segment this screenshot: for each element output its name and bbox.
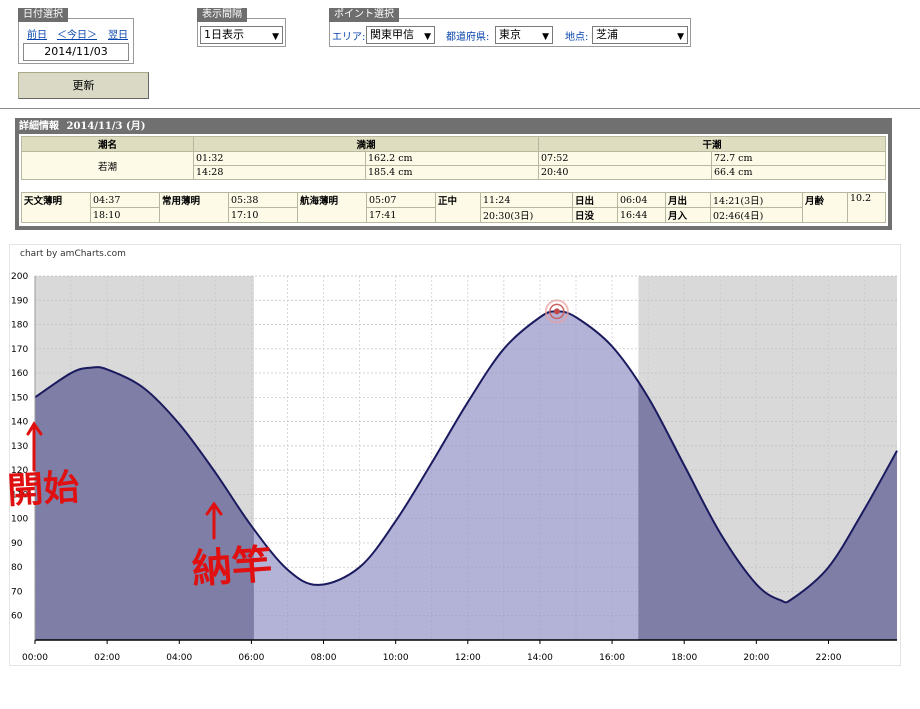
nautical-twilight-2: 17:41 [366, 207, 436, 223]
prefecture-select[interactable]: 東京 ▼ [495, 26, 553, 44]
date-select-panel: 日付選択 前日 ＜今日＞ 翌日 2014/11/03 [18, 8, 134, 64]
low-height-2: 66.4 cm [711, 165, 886, 180]
point-panel: ポイント選択 エリア: 関東甲信 ▼ 都道府県: 東京 ▼ 地点: 芝浦 ▼ [329, 8, 691, 47]
detail-panel: 詳細情報 2014/11/3 (月) 潮名 満潮 干潮 若潮 01:32 162… [15, 118, 892, 230]
moonset-label: 月入 [665, 207, 711, 223]
date-field[interactable]: 2014/11/03 [23, 43, 129, 61]
low-height-1: 72.7 cm [711, 151, 886, 166]
tide-table: 潮名 満潮 干潮 若潮 01:32 162.2 cm 07:52 72.7 cm… [21, 136, 886, 180]
detail-title: 詳細情報 2014/11/3 (月) [19, 120, 888, 134]
astro-twilight-label: 天文薄明 [21, 192, 91, 223]
date-select-tab: 日付選択 [18, 8, 68, 22]
low-time-1: 07:52 [538, 151, 712, 166]
moon-age-value: 10.2 [847, 192, 886, 223]
interval-select[interactable]: 1日表示 ▼ [200, 26, 283, 44]
astro-twilight-2: 18:10 [90, 207, 160, 223]
sunrise-value: 06:04 [617, 192, 666, 208]
sunset-value: 16:44 [617, 207, 666, 223]
nautical-twilight-1: 05:07 [366, 192, 436, 208]
high-time-1: 01:32 [193, 151, 366, 166]
high-height-1: 162.2 cm [365, 151, 539, 166]
today-link[interactable]: ＜今日＞ [57, 26, 97, 41]
detail-title-label: 詳細情報 [19, 121, 59, 132]
spot-label: 地点: [565, 32, 589, 43]
high-time-2: 14:28 [193, 165, 366, 180]
interval-select-value: 1日表示 [204, 28, 244, 41]
prefecture-select-value: 東京 [499, 28, 521, 41]
moonrise-label: 月出 [665, 192, 711, 208]
chevron-down-icon: ▼ [272, 32, 279, 42]
moon-age-label: 月齢 [802, 192, 848, 223]
sunset-label: 日没 [572, 207, 618, 223]
low-tide-header: 干潮 [538, 136, 886, 152]
noon-2: 20:30(3日) [480, 207, 573, 223]
noon-label: 正中 [435, 192, 481, 223]
chevron-down-icon: ▼ [677, 32, 684, 42]
moonrise-value: 14:21(3日) [710, 192, 803, 208]
sun-moon-table: 天文薄明 04:37 常用薄明 05:38 航海薄明 05:07 正中 11:2… [21, 192, 886, 223]
interval-panel: 表示間隔 1日表示 ▼ [197, 8, 286, 47]
area-select[interactable]: 関東甲信 ▼ [366, 26, 435, 44]
chart-credit[interactable]: chart by amCharts.com [20, 249, 126, 259]
high-tide-header: 満潮 [193, 136, 539, 152]
low-time-2: 20:40 [538, 165, 712, 180]
tide-name-header: 潮名 [21, 136, 194, 152]
next-day-link[interactable]: 翌日 [108, 26, 128, 41]
civil-twilight-label: 常用薄明 [159, 192, 229, 223]
area-select-value: 関東甲信 [370, 28, 414, 41]
chart-container [9, 244, 901, 666]
chevron-down-icon: ▼ [424, 32, 431, 42]
prefecture-label: 都道府県: [446, 32, 490, 43]
area-label: エリア: [332, 32, 366, 43]
spot-select-value: 芝浦 [596, 28, 618, 41]
interval-tab: 表示間隔 [197, 8, 247, 22]
detail-date: 2014/11/3 (月) [66, 121, 146, 132]
civil-twilight-1: 05:38 [228, 192, 298, 208]
nautical-twilight-label: 航海薄明 [297, 192, 367, 223]
prev-day-link[interactable]: 前日 [27, 26, 47, 41]
detail-body: 潮名 満潮 干潮 若潮 01:32 162.2 cm 07:52 72.7 cm… [19, 134, 888, 226]
update-button[interactable]: 更新 [18, 72, 149, 99]
sunrise-label: 日出 [572, 192, 618, 208]
astro-twilight-1: 04:37 [90, 192, 160, 208]
chevron-down-icon: ▼ [542, 32, 549, 42]
noon-1: 11:24 [480, 192, 573, 208]
spot-select[interactable]: 芝浦 ▼ [592, 26, 688, 44]
civil-twilight-2: 17:10 [228, 207, 298, 223]
point-tab: ポイント選択 [329, 8, 399, 22]
tide-name-value: 若潮 [21, 151, 194, 180]
high-height-2: 185.4 cm [365, 165, 539, 180]
moonset-value: 02:46(4日) [710, 207, 803, 223]
divider [0, 108, 920, 109]
